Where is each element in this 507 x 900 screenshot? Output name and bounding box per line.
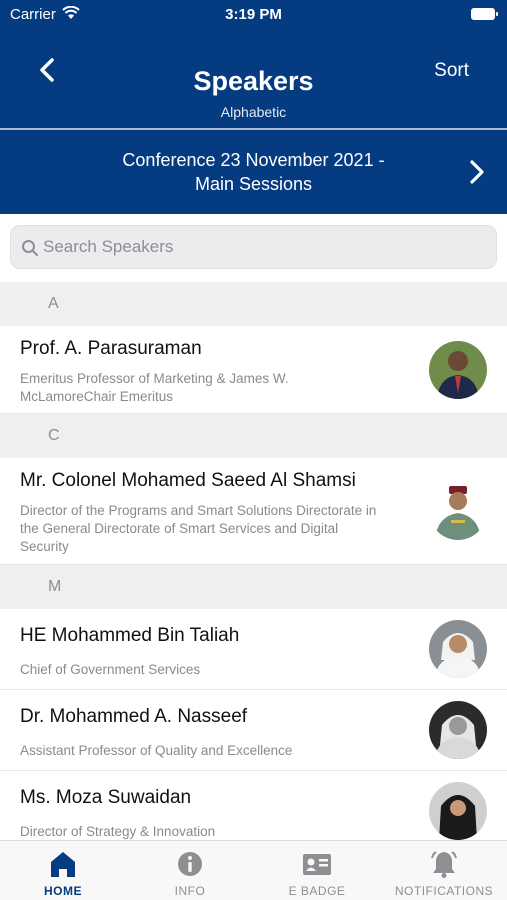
speaker-name: Prof. A. Parasuraman — [20, 338, 202, 359]
search-input[interactable] — [43, 226, 483, 268]
page-subtitle: Alphabetic — [220, 104, 287, 120]
badge-icon — [303, 854, 331, 875]
battery-icon — [471, 8, 498, 20]
status-time: 3:19 PM — [225, 6, 282, 23]
speaker-name: Dr. Mohammed A. Nasseef — [20, 706, 248, 727]
speaker-name: Ms. Moza Suwaidan — [20, 787, 192, 808]
nav-header: Carrier 3:19 PM Speakers Alphabetic Sort — [0, 0, 507, 128]
bell-icon — [431, 851, 457, 878]
next-chevron-icon[interactable] — [461, 156, 493, 188]
status-bar: Carrier 3:19 PM — [0, 0, 507, 30]
speaker-row[interactable]: Mr. Colonel Mohamed Saeed Al Shamsi Dire… — [0, 458, 507, 565]
speaker-name: Mr. Colonel Mohamed Saeed Al Shamsi — [20, 470, 356, 491]
speaker-role-line: Director of Strategy & Innovation — [20, 824, 216, 839]
avatar — [429, 620, 487, 678]
speaker-role-line: McLamoreChair Emeritus — [20, 389, 174, 404]
section-header-m: M — [0, 565, 507, 609]
session-selector[interactable]: Conference 23 November 2021 - Main Sessi… — [0, 130, 507, 214]
speaker-row[interactable]: Prof. A. Parasuraman Emeritus Professor … — [0, 326, 507, 414]
speaker-role-line: Security — [20, 539, 69, 554]
speaker-name: HE Mohammed Bin Taliah — [20, 625, 240, 646]
tab-info[interactable]: INFO — [127, 841, 253, 900]
search-icon — [22, 240, 38, 256]
tab-home[interactable]: HOME — [0, 841, 126, 900]
tab-e-badge[interactable]: E BADGE — [254, 841, 380, 900]
tab-notifications[interactable]: NOTIFICATIONS — [381, 841, 507, 900]
search-area — [0, 214, 507, 282]
speaker-role: Chief of Government Services — [20, 661, 405, 679]
speaker-row[interactable]: Dr. Mohammed A. Nasseef Assistant Profes… — [0, 690, 507, 771]
speaker-role-line: Chief of Government Services — [20, 662, 201, 677]
speaker-role: Assistant Professor of Quality and Excel… — [20, 742, 405, 760]
speaker-role-line: the General Directorate of Smart Service… — [20, 521, 339, 536]
page-title: Speakers — [193, 66, 314, 96]
tab-home-label: HOME — [44, 884, 82, 898]
section-header-a: A — [0, 282, 507, 326]
section-header-c: C — [0, 414, 507, 458]
session-title-line1: Conference 23 November 2021 - — [122, 150, 385, 170]
speaker-role-line: Director of the Programs and Smart Solut… — [20, 503, 377, 518]
speaker-role: Emeritus Professor of Marketing & James … — [20, 370, 405, 406]
search-bar[interactable] — [10, 225, 497, 269]
speaker-row[interactable]: HE Mohammed Bin Taliah Chief of Governme… — [0, 609, 507, 690]
avatar — [429, 341, 487, 399]
avatar — [429, 782, 487, 840]
avatar — [429, 701, 487, 759]
speaker-role-line: Assistant Professor of Quality and Excel… — [20, 743, 293, 758]
speaker-role: Director of the Programs and Smart Solut… — [20, 502, 405, 556]
session-title: Conference 23 November 2021 - Main Sessi… — [60, 148, 447, 196]
speaker-list: A Prof. A. Parasuraman Emeritus Professo… — [0, 282, 507, 843]
speaker-role-line: Emeritus Professor of Marketing & James … — [20, 371, 289, 386]
speaker-role: Director of Strategy & Innovation — [20, 823, 405, 841]
tab-info-label: INFO — [174, 884, 206, 898]
tab-e-badge-label: E BADGE — [288, 884, 346, 898]
tab-notifications-label: NOTIFICATIONS — [394, 884, 494, 898]
speaker-row[interactable]: Ms. Moza Suwaidan Director of Strategy &… — [0, 771, 507, 843]
sort-button[interactable]: Sort — [434, 60, 469, 82]
avatar — [429, 482, 487, 540]
session-title-line2: Main Sessions — [194, 174, 313, 194]
tab-bar: HOME INFO E BADGE NOTIFICATIONS — [0, 840, 507, 900]
home-icon — [51, 852, 75, 877]
info-icon — [178, 852, 202, 876]
